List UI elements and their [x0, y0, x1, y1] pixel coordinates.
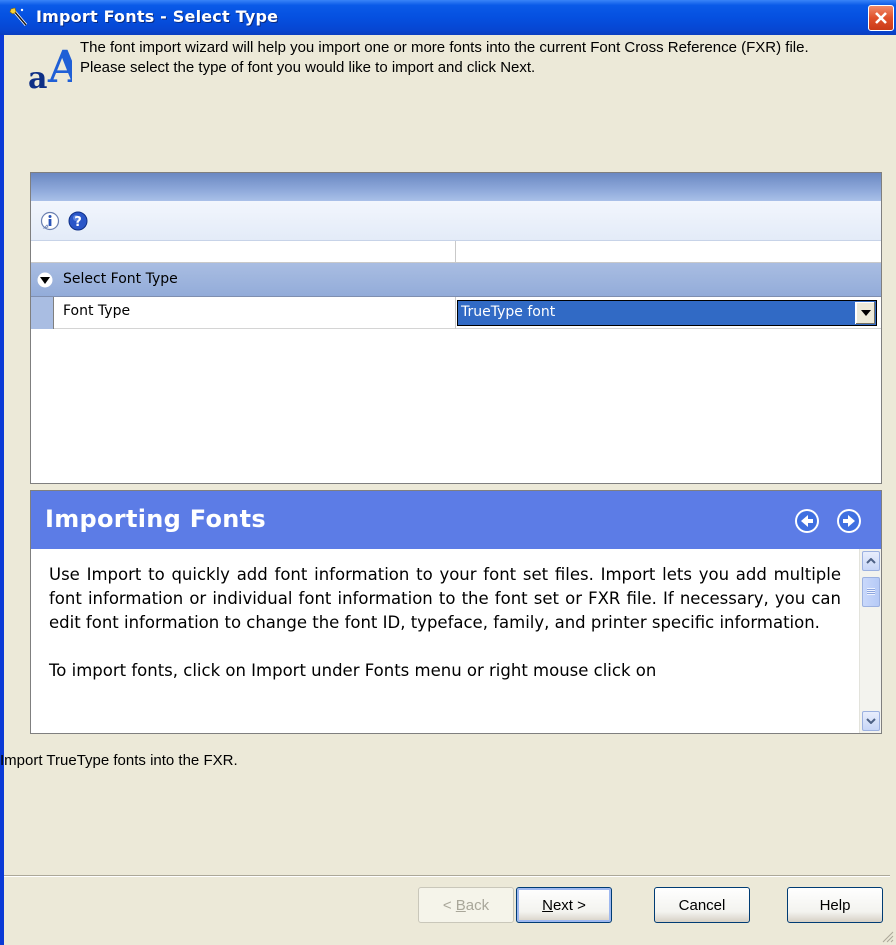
chevron-down-icon: [866, 718, 876, 724]
category-label: Select Font Type: [63, 271, 178, 287]
wizard-intro: The font import wizard will help you imp…: [80, 38, 880, 78]
column-splitter[interactable]: [455, 241, 456, 263]
scroll-thumb[interactable]: [862, 577, 880, 607]
back-label: < Back: [442, 896, 490, 914]
status-description: Import TrueType fonts into the FXR.: [0, 752, 238, 769]
property-grid: ? Select Font Type Font Type TrueType fo…: [30, 172, 882, 484]
info-icon[interactable]: [39, 210, 61, 232]
intro-line-1: The font import wizard will help you imp…: [80, 39, 809, 56]
chevron-up-icon: [866, 558, 876, 564]
svg-text:a: a: [28, 61, 47, 90]
intro-line-2: Please select the type of font you would…: [80, 59, 536, 76]
scroll-up-button[interactable]: [862, 551, 880, 571]
help-paragraph-2: To import fonts, click on Import under F…: [49, 661, 657, 680]
help-header: Importing Fonts: [31, 491, 881, 549]
grid-header-band: [31, 173, 881, 201]
help-content: Use Import to quickly add font informati…: [31, 549, 857, 733]
row-gutter: [31, 297, 53, 329]
title-bar[interactable]: Import Fonts - Select Type: [0, 0, 896, 35]
help-title: Importing Fonts: [45, 505, 267, 533]
button-separator: [4, 875, 890, 877]
help-icon[interactable]: ?: [67, 210, 89, 232]
wand-icon: [9, 7, 28, 26]
next-label: Next >: [542, 896, 586, 914]
chevron-down-icon: [860, 310, 871, 316]
help-panel: Importing Fonts Use Import to quickly ad…: [30, 490, 882, 734]
svg-text:A: A: [47, 42, 72, 90]
help-scrollbar[interactable]: [859, 549, 881, 733]
scroll-down-button[interactable]: [862, 711, 880, 731]
property-name: Font Type: [63, 303, 131, 319]
grid-column-header: [31, 241, 881, 263]
window-title: Import Fonts - Select Type: [36, 7, 279, 26]
property-row-font-type[interactable]: Font Type TrueType font: [31, 297, 881, 329]
close-button[interactable]: [868, 5, 894, 31]
back-button[interactable]: < Back: [418, 887, 514, 923]
dialog-window: Import Fonts - Select Type A a The font …: [0, 0, 896, 945]
cancel-label: Cancel: [678, 896, 726, 914]
category-row-select-font-type[interactable]: Select Font Type: [31, 263, 881, 297]
forward-arrow-icon[interactable]: [835, 507, 863, 535]
resize-grip-icon[interactable]: [880, 929, 894, 943]
close-icon: [875, 12, 887, 24]
value-splitter: [455, 297, 456, 329]
help-button[interactable]: Help: [787, 887, 883, 923]
font-type-dropdown[interactable]: TrueType font: [457, 300, 877, 326]
grid-toolbar: ?: [31, 201, 881, 241]
row-gutter-line: [53, 297, 54, 329]
back-arrow-icon[interactable]: [793, 507, 821, 535]
collapse-triangle-icon[interactable]: [37, 272, 53, 288]
dropdown-button[interactable]: [855, 302, 875, 324]
help-paragraph-1: Use Import to quickly add font informati…: [49, 565, 841, 632]
next-button[interactable]: Next >: [516, 887, 612, 923]
help-label: Help: [819, 896, 851, 914]
svg-text:?: ?: [74, 215, 82, 230]
font-type-value: TrueType font: [461, 304, 556, 320]
cancel-button[interactable]: Cancel: [654, 887, 750, 923]
font-aa-icon: A a: [28, 42, 72, 90]
